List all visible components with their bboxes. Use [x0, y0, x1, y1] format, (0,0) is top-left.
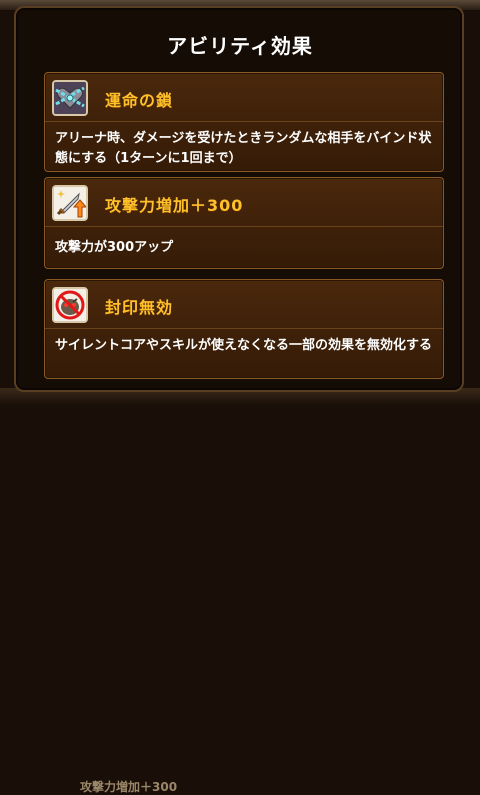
sword-up-arrow-icon — [52, 185, 88, 221]
ability-card-header: 攻撃力増加＋300 — [45, 178, 443, 227]
ability-name: 攻撃力増加＋300 — [105, 196, 244, 215]
chain-heart-icon — [52, 80, 88, 116]
ability-name: 運命の鎖 — [105, 91, 174, 110]
background-partial-text: 攻撃力増加＋300 — [80, 780, 178, 794]
ability-description: サイレントコアやスキルが使えなくなる一部の効果を無効化する — [55, 338, 433, 353]
ability-name: 封印無効 — [105, 298, 174, 317]
ability-card-fate-chain: 運命の鎖 アリーナ時、ダメージを受けたときランダムな相手をバインド状態にする（1… — [44, 72, 444, 172]
ability-description: アリーナ時、ダメージを受けたときランダムな相手をバインド状態にする（1ターンに1… — [55, 131, 432, 166]
seal-prohibited-icon — [52, 287, 88, 323]
ability-card-header: 封印無効 — [45, 280, 443, 329]
dialog-title: アビリティ効果 — [167, 34, 313, 58]
ability-card-attack-up: 攻撃力増加＋300 攻撃力が300アップ — [44, 177, 444, 269]
ability-card-header: 運命の鎖 — [45, 73, 443, 122]
ability-description: 攻撃力が300アップ — [55, 240, 174, 255]
ability-card-seal-immunity: 封印無効 サイレントコアやスキルが使えなくなる一部の効果を無効化する — [44, 279, 444, 379]
